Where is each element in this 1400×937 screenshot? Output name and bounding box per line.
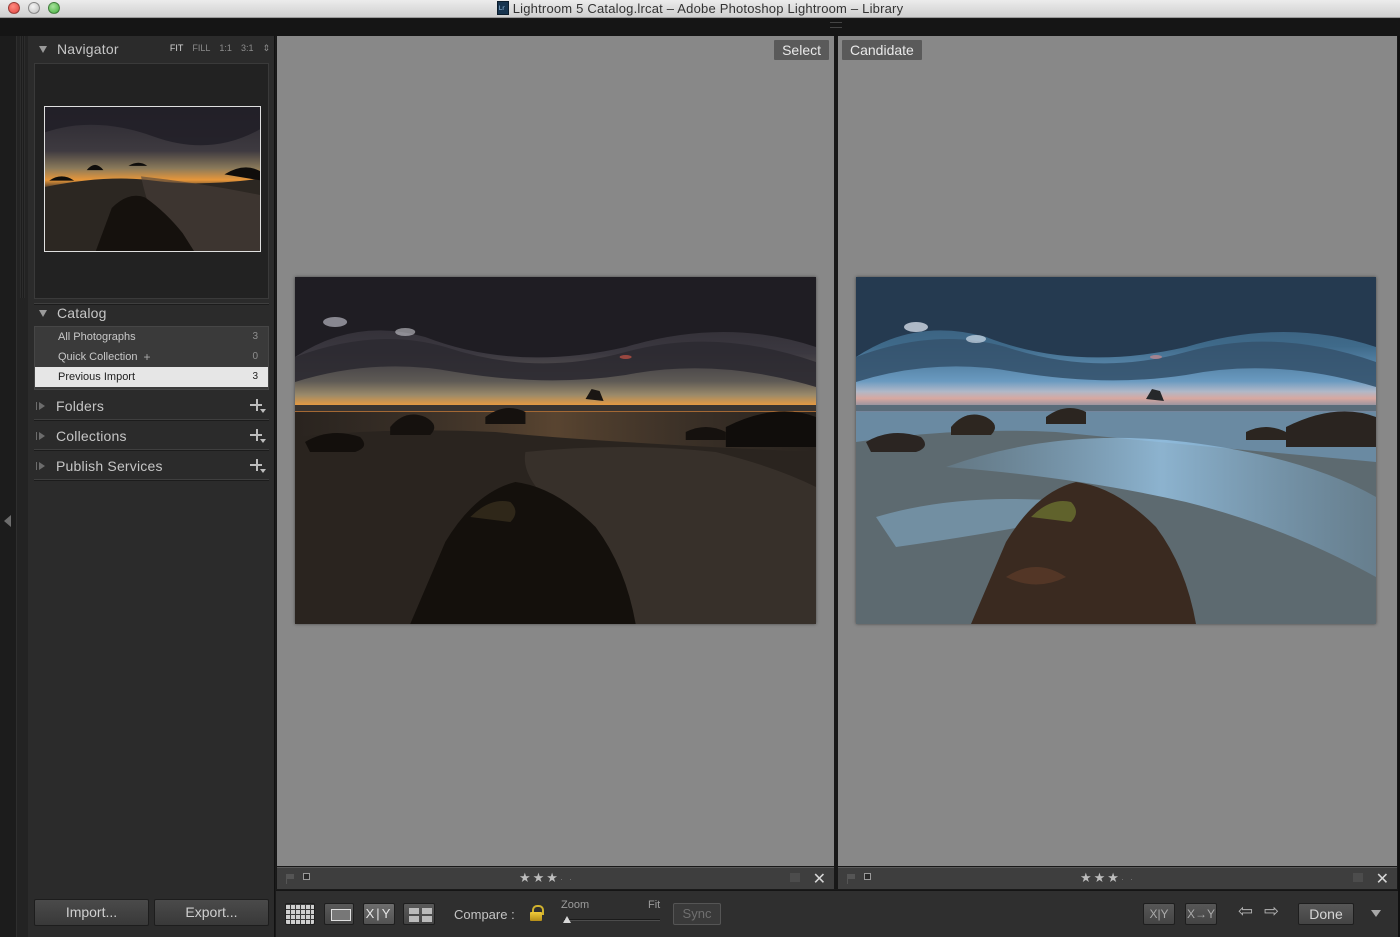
export-button[interactable]: Export... [154,899,269,926]
survey-view-button[interactable] [403,903,435,925]
select-photo-image [295,277,816,624]
zoom-slider-track[interactable] [564,919,660,921]
navigator-title: Navigator [57,41,119,57]
candidate-pane-toolbar: ★★★·· ✕ [838,867,1397,889]
expanded-triangle-icon [39,309,47,317]
catalog-list: All Photographs 3 Quick Collection + 0 P… [34,326,269,390]
top-panel-strip[interactable] [0,19,1400,36]
folders-header[interactable]: Folders [36,394,270,418]
left-panel: Navigator FIT FILL 1:1 3:1 ⇕ Catalog All… [28,36,275,937]
top-panel-toggle-icon[interactable] [830,22,842,28]
fit-label: Fit [648,899,661,911]
done-button[interactable]: Done [1298,903,1354,925]
collections-header[interactable]: Collections [36,424,270,448]
panel-grip[interactable] [20,36,25,298]
compare-view: Select Candidate ★★★·· ✕ ★★★·· ✕ [276,36,1398,889]
toolbar-options-chevron-down-icon[interactable] [1371,910,1381,917]
loupe-view-button[interactable] [324,903,354,925]
collapsed-triangle-icon [36,402,45,410]
left-panel-edge[interactable] [0,36,16,937]
add-folder-plus-icon[interactable] [250,399,266,413]
grid-view-button[interactable] [285,903,315,925]
left-panel-rail [16,36,28,937]
catalog-title: Catalog [57,305,107,321]
catalog-header[interactable]: Catalog [36,301,270,325]
reject-flag-icon[interactable] [864,873,871,880]
color-label-icon[interactable] [790,873,800,882]
catalog-item-quick-collection[interactable]: Quick Collection + 0 [35,347,268,367]
close-candidate-icon[interactable]: ✕ [1376,869,1389,889]
candidate-star-rating[interactable]: ★★★·· [1080,870,1139,886]
navigator-preview [34,63,269,299]
pick-flag-icon[interactable] [847,874,856,884]
collapsed-triangle-icon [36,462,45,470]
catalog-item-label: Quick Collection [58,351,138,363]
zoom-label: Zoom [561,899,590,911]
nav-mode-3-1[interactable]: 3:1 [241,43,254,54]
expanded-triangle-icon [39,45,47,53]
panel-divider [34,449,269,451]
reject-flag-icon[interactable] [303,873,310,880]
nav-mode-stepper-icon[interactable]: ⇕ [262,43,270,54]
quick-collection-plus-icon: + [143,350,151,364]
navigator-thumbnail[interactable] [44,106,261,252]
panel-divider [34,479,269,481]
previous-photo-arrow-icon[interactable]: ⇦ [1238,901,1253,922]
compare-label: Compare : [454,907,515,922]
window-title: Lightroom 5 Catalog.lrcat – Adobe Photos… [512,1,904,16]
select-label: Select [774,40,829,60]
collapse-left-arrow-icon[interactable] [4,515,11,527]
navigator-thumbnail-image [45,107,260,251]
zoom-slider-thumb[interactable] [563,916,571,923]
catalog-item-all-photographs[interactable]: All Photographs 3 [35,327,268,347]
select-photo[interactable] [295,277,816,624]
sync-button[interactable]: Sync [673,903,721,925]
catalog-item-label: Previous Import [58,371,136,383]
add-collection-plus-icon[interactable] [250,429,266,443]
folders-title: Folders [56,398,105,414]
candidate-photo[interactable] [856,277,1376,624]
catalog-item-count: 3 [252,371,258,382]
add-publish-service-plus-icon[interactable] [250,459,266,473]
catalog-item-count: 0 [252,351,258,362]
window-title-row: Lightroom 5 Catalog.lrcat – Adobe Photos… [0,1,1400,16]
candidate-photo-image [856,277,1376,624]
nav-mode-fit[interactable]: FIT [170,43,184,54]
pick-flag-icon[interactable] [286,874,295,884]
select-star-rating[interactable]: ★★★·· [519,870,578,886]
lightroom-document-icon [496,1,509,15]
next-photo-arrow-icon[interactable]: ⇨ [1264,901,1279,922]
compare-view-button[interactable]: X|Y [363,903,395,925]
navigator-zoom-modes: FIT FILL 1:1 3:1 ⇕ [170,43,270,54]
candidate-label: Candidate [842,40,922,60]
make-select-button[interactable]: X→Y [1185,903,1217,925]
import-button[interactable]: Import... [34,899,149,926]
collections-title: Collections [56,428,127,444]
color-label-icon[interactable] [1353,873,1363,882]
swap-button[interactable]: X|Y [1143,903,1175,925]
panel-divider [34,419,269,421]
select-pane-toolbar: ★★★·· ✕ [277,867,834,889]
lock-icon[interactable] [530,905,544,921]
publish-services-header[interactable]: Publish Services [36,454,270,478]
library-toolbar: X|Y Compare : Zoom Fit Sync X|Y X→Y ⇦ ⇨ … [276,890,1400,937]
select-pane[interactable]: Select [277,36,834,866]
catalog-item-count: 3 [252,331,258,342]
nav-mode-fill[interactable]: FILL [192,43,210,54]
catalog-item-label: All Photographs [58,331,136,343]
collapsed-triangle-icon [36,432,45,440]
close-select-icon[interactable]: ✕ [813,869,826,889]
catalog-item-previous-import[interactable]: Previous Import 3 [35,367,268,387]
candidate-pane[interactable]: Candidate [838,36,1397,866]
nav-mode-1-1[interactable]: 1:1 [219,43,232,54]
publish-services-title: Publish Services [56,458,163,474]
window-titlebar: Lightroom 5 Catalog.lrcat – Adobe Photos… [0,0,1400,18]
